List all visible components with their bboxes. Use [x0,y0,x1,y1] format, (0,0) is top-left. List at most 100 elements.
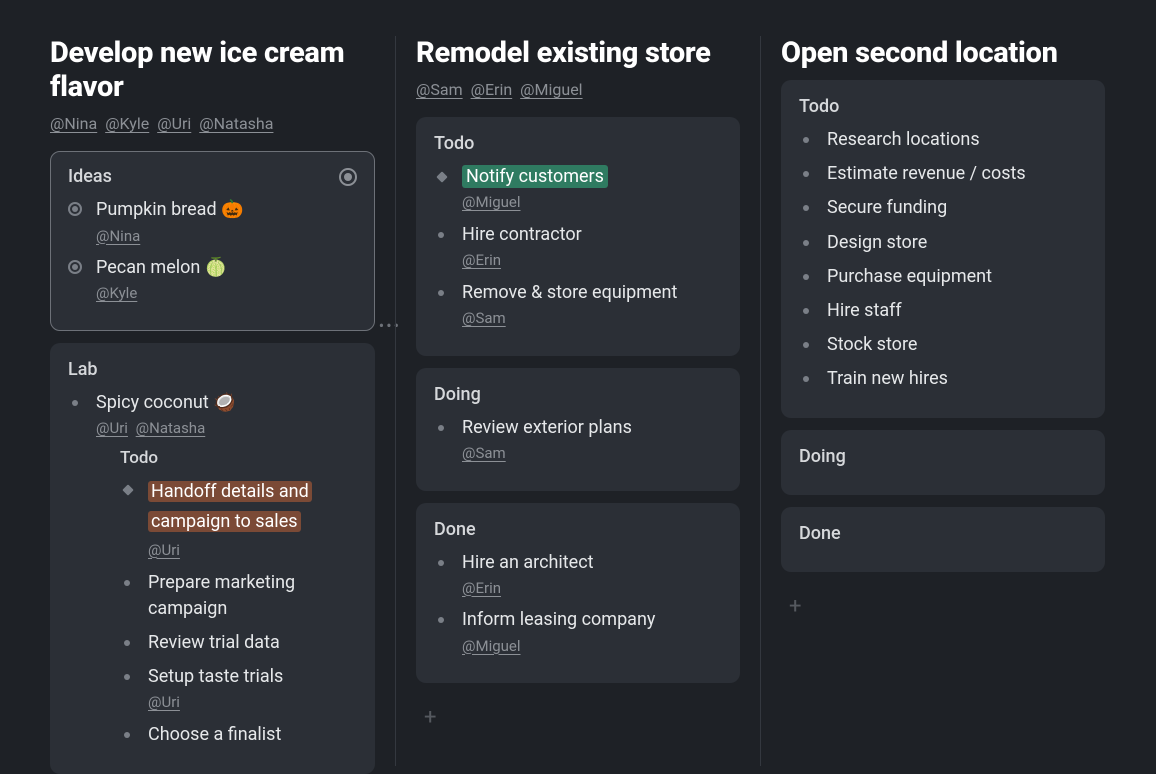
column-title[interactable]: Develop new ice cream flavor [50,36,375,104]
stack-header: Todo [799,96,1087,117]
task-item[interactable]: Spicy coconut 🥥@Uri @Natasha TodoHandoff… [68,390,357,748]
dot-bullet-icon [803,308,809,314]
add-stack-button[interactable]: + [781,584,1105,629]
task-item[interactable]: Setup taste trials@Uri [120,664,357,714]
task-item[interactable]: Hire contractor@Erin [434,222,722,272]
mention[interactable]: @Uri [148,693,180,711]
task-item[interactable]: Pecan melon 🍈 @Kyle [68,255,357,305]
task-item[interactable]: Purchase equipment [799,264,1087,290]
board-column: Develop new ice cream flavor @Nina @Kyle … [30,36,395,766]
task-text: Remove & store equipment [462,280,722,306]
task-text: Purchase equipment [827,264,1087,290]
nested-section: TodoHandoff details and campaign to sale… [120,446,357,748]
mention[interactable]: @Natasha [136,419,206,437]
task-list: Review exterior plans @Sam [434,415,722,465]
mention[interactable]: @Erin [471,80,513,99]
task-item[interactable]: Research locations [799,127,1087,153]
mention[interactable]: @Erin [462,251,501,269]
task-text: Review exterior plans [462,415,722,441]
mention[interactable]: @Miguel [462,637,521,655]
task-item[interactable]: Hire staff [799,298,1087,324]
task-list: Pumpkin bread 🎃 @Nina Pecan melon 🍈 @Kyle [68,197,357,305]
task-item[interactable]: Choose a finalist [120,722,357,748]
column-title[interactable]: Remodel existing store [416,36,740,70]
stack-card[interactable]: Doing Review exterior plans @Sam [416,368,740,491]
task-item[interactable]: Design store [799,230,1087,256]
stack-title: Doing [799,446,846,467]
mention[interactable]: @Uri [148,541,180,559]
stack-title: Done [799,523,841,544]
stack-card[interactable]: Lab Spicy coconut 🥥@Uri @Natasha TodoHand… [50,343,375,774]
mention[interactable]: @Natasha [199,114,273,133]
task-text: Inform leasing company [462,607,722,633]
task-assignees: @Miguel [462,192,722,214]
stack-card[interactable]: Todo Notify customers @Miguel Hire contrac… [416,117,740,356]
mention[interactable]: @Erin [462,579,501,597]
task-text: Notify customers [462,164,722,190]
board-column: Remodel existing store @Sam @Erin @Miguel… [395,36,760,766]
mention[interactable]: @Nina [50,114,97,133]
task-item[interactable]: Remove & store equipment @Sam [434,280,722,330]
add-stack-button[interactable]: + [416,695,740,740]
task-text: Train new hires [827,366,1087,392]
stack-card[interactable]: Done [781,507,1105,572]
board: Develop new ice cream flavor @Nina @Kyle … [0,0,1156,766]
dot-bullet-icon [803,137,809,143]
task-text: Pumpkin bread 🎃 [96,197,357,223]
task-text: Design store [827,230,1087,256]
task-assignees: @Kyle [96,283,357,305]
stack-card[interactable]: Doing [781,430,1105,495]
mention[interactable]: @Miguel [520,80,582,99]
mention[interactable]: @Sam [416,80,463,99]
column-title[interactable]: Open second location [781,36,1105,70]
stack-header: Todo [434,133,722,154]
stack-card[interactable]: DoneHire an architect@Erin Inform leasin… [416,503,740,684]
task-text: Pecan melon 🍈 [96,255,357,281]
stack-card[interactable]: Todo Research locations Estimate revenue /… [781,80,1105,418]
mention[interactable]: @Sam [462,309,506,327]
mention[interactable]: @Uri [157,114,191,133]
task-assignees: @Uri [148,540,357,562]
task-item[interactable]: Notify customers @Miguel [434,164,722,214]
task-text: Hire staff [827,298,1087,324]
mention[interactable]: @Kyle [96,284,137,302]
task-item[interactable]: Pumpkin bread 🎃 @Nina [68,197,357,247]
task-text: Stock store [827,332,1087,358]
stack-header: Doing [799,446,1087,467]
mention[interactable]: @Uri [96,419,128,437]
stack-header: Lab [68,359,357,380]
diamond-bullet-icon [436,172,447,183]
task-assignees: @Uri [148,692,357,714]
stack-card[interactable]: IdeasPumpkin bread 🎃@Nina Pecan melon 🍈@… [50,151,375,331]
dot-bullet-icon [803,274,809,280]
task-item[interactable]: Review trial data [120,630,357,656]
task-item[interactable]: Train new hires [799,366,1087,392]
mention[interactable]: @Miguel [462,193,521,211]
task-item[interactable]: Stock store [799,332,1087,358]
stack-header: Done [799,523,1087,544]
task-item[interactable]: Review exterior plans @Sam [434,415,722,465]
task-item[interactable]: Hire an architect@Erin [434,550,722,600]
stack-header: Doing [434,384,722,405]
task-item[interactable]: Prepare marketing campaign [120,570,357,622]
task-list: Handoff details and campaign to sales@Ur… [120,477,357,748]
dot-bullet-icon [803,342,809,348]
task-item[interactable]: Secure funding [799,195,1087,221]
column-assignees: @Nina @Kyle @Uri @Natasha [50,114,375,133]
mention[interactable]: @Sam [462,444,506,462]
dot-bullet-icon [803,240,809,246]
dot-bullet-icon [124,732,130,738]
task-item[interactable]: Estimate revenue / costs [799,161,1087,187]
task-assignees: @Nina [96,226,357,248]
task-list: Notify customers @Miguel Hire contractor@… [434,164,722,330]
diamond-bullet-icon [122,484,133,495]
marker-icon[interactable] [339,168,357,186]
task-text: Research locations [827,127,1087,153]
task-text: Estimate revenue / costs [827,161,1087,187]
dot-bullet-icon [124,674,130,680]
task-list: Spicy coconut 🥥@Uri @Natasha TodoHandoff… [68,390,357,748]
mention[interactable]: @Nina [96,227,140,245]
task-item[interactable]: Inform leasing company @Miguel [434,607,722,657]
mention[interactable]: @Kyle [105,114,149,133]
task-item[interactable]: Handoff details and campaign to sales@Ur… [120,477,357,562]
